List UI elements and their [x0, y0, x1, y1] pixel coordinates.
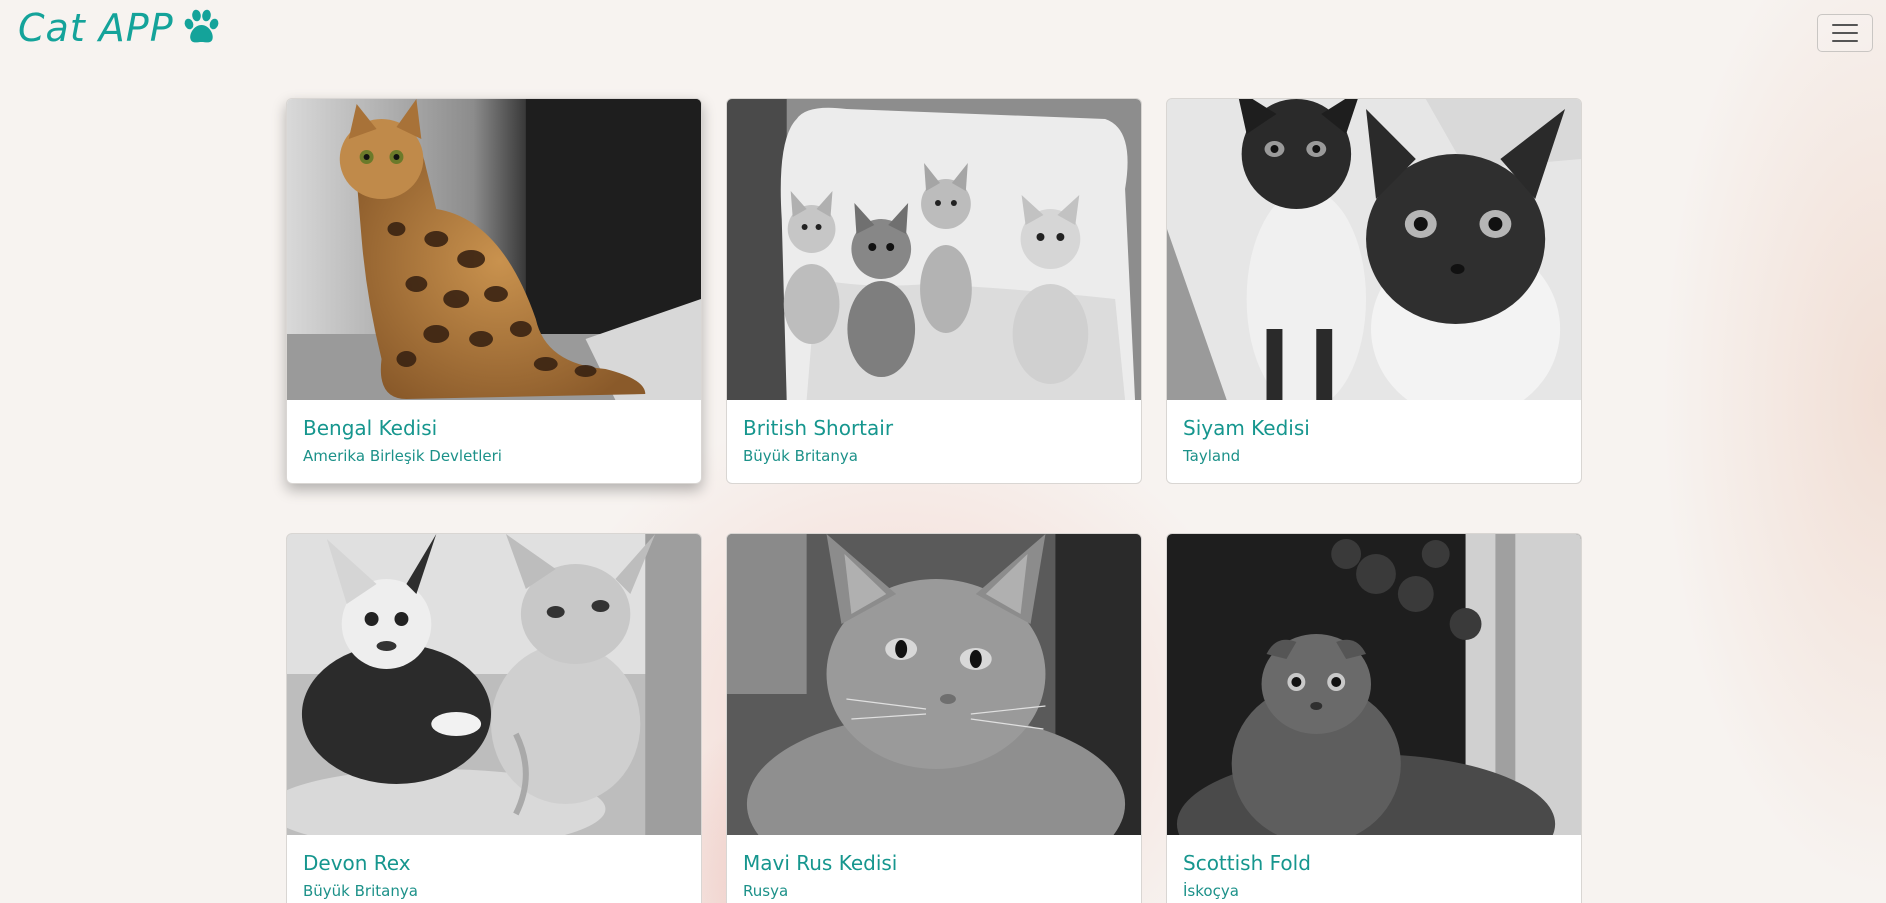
card-body: Scottish Fold İskoçya [1167, 835, 1581, 903]
hamburger-menu-icon [1832, 24, 1858, 26]
card-body: British Shortair Büyük Britanya [727, 400, 1141, 481]
scottish-fold-cat-photo [1167, 534, 1581, 835]
paw-icon [184, 9, 218, 43]
card-title: British Shortair [743, 416, 894, 440]
navbar: Cat APP [0, 0, 1886, 62]
card-origin: Büyük Britanya [743, 447, 858, 465]
hamburger-menu-icon-bar [1832, 32, 1858, 34]
card-title: Mavi Rus Kedisi [743, 851, 898, 875]
brand-link[interactable]: Cat APP [18, 6, 222, 50]
brand-text: Cat APP [18, 6, 174, 50]
british-shorthair-kittens-photo [727, 99, 1141, 400]
card-title: Devon Rex [303, 851, 411, 875]
cat-card-mavi-rus[interactable]: Mavi Rus Kedisi Rusya [726, 533, 1142, 903]
card-title: Bengal Kedisi [303, 416, 438, 440]
cat-card-bengal[interactable]: Bengal Kedisi Amerika Birleşik Devletler… [286, 98, 702, 484]
card-origin: Büyük Britanya [303, 882, 418, 900]
cat-card-siyam[interactable]: Siyam Kedisi Tayland [1166, 98, 1582, 484]
cat-card-british-shortair[interactable]: British Shortair Büyük Britanya [726, 98, 1142, 484]
card-title: Siyam Kedisi [1183, 416, 1310, 440]
card-origin: Amerika Birleşik Devletleri [303, 447, 502, 465]
card-origin: Tayland [1183, 447, 1241, 465]
siamese-cats-photo [1167, 99, 1581, 400]
card-body: Bengal Kedisi Amerika Birleşik Devletler… [287, 400, 701, 481]
russian-blue-cat-photo [727, 534, 1141, 835]
card-origin: İskoçya [1183, 882, 1239, 900]
bengal-cat-photo [287, 99, 701, 400]
cat-card-scottish-fold[interactable]: Scottish Fold İskoçya [1166, 533, 1582, 903]
card-body: Siyam Kedisi Tayland [1167, 400, 1581, 481]
card-title: Scottish Fold [1183, 851, 1311, 875]
menu-toggle-button[interactable] [1817, 14, 1873, 52]
card-body: Devon Rex Büyük Britanya [287, 835, 701, 903]
card-origin: Rusya [743, 882, 789, 900]
hamburger-menu-icon-bar [1832, 40, 1858, 42]
card-body: Mavi Rus Kedisi Rusya [727, 835, 1141, 903]
devon-rex-cats-photo [287, 534, 701, 835]
cat-card-devon-rex[interactable]: Devon Rex Büyük Britanya [286, 533, 702, 903]
